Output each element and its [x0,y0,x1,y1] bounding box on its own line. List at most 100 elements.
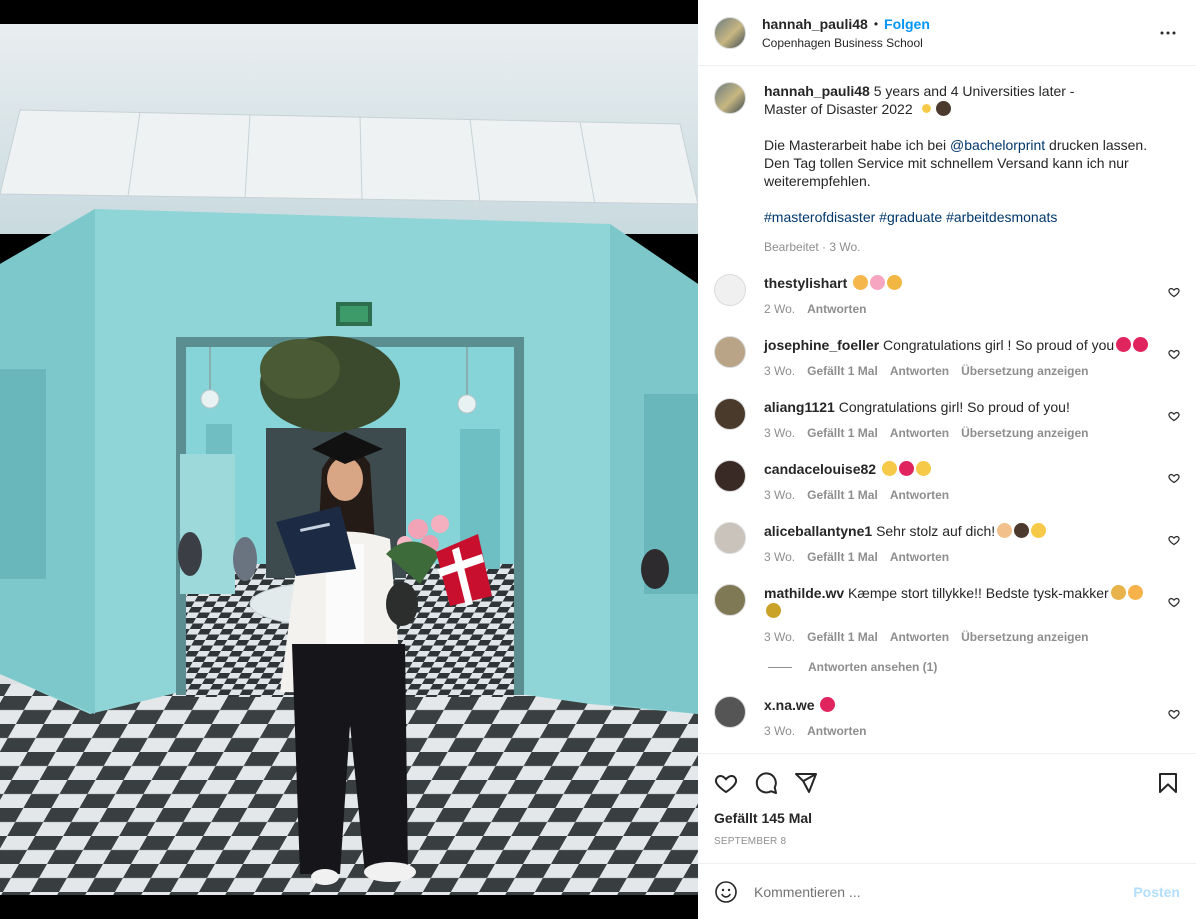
commenter-username[interactable]: aliang1121 [764,399,835,415]
comment-body: mathilde.wv Kæmpe stort tillykke!! Bedst… [764,584,1180,646]
comment-item: josephine_foeller Congratulations girl !… [714,336,1180,380]
emoji-icon [887,275,903,290]
hashtags-link[interactable]: #masterofdisaster #graduate #arbeitdesmo… [764,209,1057,225]
comment-likes[interactable]: Gefällt 1 Mal [807,362,878,380]
translate-button[interactable]: Übersetzung anzeigen [961,424,1088,442]
comments-list[interactable]: hannah_pauli48 5 years and 4 Universitie… [698,66,1196,753]
commenter-username[interactable]: candacelouise82 [764,461,876,477]
bookmark-icon[interactable] [1156,771,1180,795]
comment-input[interactable] [754,883,1134,900]
mention-link[interactable]: @bachelorprint [950,137,1045,153]
reply-button[interactable]: Antworten [890,486,949,504]
commenter-username[interactable]: aliceballantyne1 [764,523,872,539]
comment-item: aliang1121 Congratulations girl! So prou… [714,398,1180,442]
comments-host: thestylishart 2 Wo. Antworten josephine_fo… [714,274,1180,740]
commenter-avatar[interactable] [714,696,746,728]
comment-meta: 3 Wo. Gefällt 1 Mal Antworten Übersetzung a… [764,424,1152,442]
author-username[interactable]: hannah_pauli48 [762,16,868,32]
smiley-icon[interactable] [714,880,738,904]
comment-like-heart-icon[interactable] [1168,410,1180,422]
caption-line2: Master of Disaster 2022 [764,101,913,117]
comment-body: josephine_foeller Congratulations girl !… [764,336,1180,380]
comment-body: aliceballantyne1 Sehr stolz auf dich! 3 W… [764,522,1180,566]
comment-time[interactable]: 3 Wo. [764,486,795,504]
comment-likes[interactable]: Gefällt 1 Mal [807,548,878,566]
reply-button[interactable]: Antworten [807,722,866,740]
post-header: hannah_pauli48 • Folgen Copenhagen Busin… [698,0,1196,66]
translate-button[interactable]: Übersetzung anzeigen [961,628,1088,646]
comment-time[interactable]: 3 Wo. [764,424,795,442]
comment-text: Kæmpe stort tillykke!! Bedste tysk-makke… [848,585,1109,601]
comment-time[interactable]: 2 Wo. [764,300,795,318]
emoji-icon [1110,585,1126,600]
comment-likes[interactable]: Gefällt 1 Mal [807,424,878,442]
comment-like-heart-icon[interactable] [1168,348,1180,360]
replies-divider [768,666,792,668]
reply-button[interactable]: Antworten [890,548,949,566]
view-replies-label: Antworten ansehen (1) [808,660,938,674]
comment-text: Congratulations girl ! So proud of you [883,337,1115,353]
post-comment-button[interactable]: Posten [1133,884,1180,900]
follow-button[interactable]: Folgen [884,16,930,32]
comment-time[interactable]: 3 Wo. [764,628,795,646]
emoji-icon [898,461,914,476]
comment-likes[interactable]: Gefällt 1 Mal [807,486,878,504]
emoji-icon [820,697,836,712]
comment-like-heart-icon[interactable] [1168,708,1180,720]
emoji-icon [915,461,931,476]
commenter-avatar[interactable] [714,522,746,554]
comment-text: Sehr stolz auf dich! [876,523,996,539]
comment-icon[interactable] [754,771,778,795]
share-icon[interactable] [794,771,818,795]
commenter-avatar[interactable] [714,460,746,492]
likes-count[interactable]: Gefällt 145 Mal [714,810,1180,826]
emoji-icon [870,275,886,290]
reply-button[interactable]: Antworten [890,424,949,442]
post-media[interactable] [0,0,698,919]
author-meta: hannah_pauli48 • Folgen Copenhagen Busin… [762,16,1156,50]
comment-like-heart-icon[interactable] [1168,286,1180,298]
author-avatar[interactable] [714,82,746,114]
edited-label: Bearbeitet · 3 Wo. [764,240,861,254]
emoji-icon [881,461,897,476]
translate-button[interactable]: Übersetzung anzeigen [961,362,1088,380]
emoji-icon [766,603,781,618]
comment-time[interactable]: 3 Wo. [764,362,795,380]
commenter-username[interactable]: x.na.we [764,697,815,713]
emoji-icon [1133,337,1149,352]
comment-meta: 2 Wo. Antworten [764,300,1152,318]
comment-meta: 3 Wo. Antworten [764,722,1152,740]
post-photo[interactable] [0,24,698,895]
emoji-icon [1031,523,1047,538]
reply-button[interactable]: Antworten [890,628,949,646]
post-actions: Gefällt 145 Mal SEPTEMBER 8 [698,753,1196,847]
comment-likes[interactable]: Gefällt 1 Mal [807,628,878,646]
comment-item: candacelouise82 3 Wo. Gefällt 1 Mal Antwor… [714,460,1180,504]
caption: hannah_pauli48 5 years and 4 Universitie… [714,82,1180,256]
commenter-avatar[interactable] [714,398,746,430]
more-options-icon[interactable] [1156,21,1180,45]
heart-icon[interactable] [714,771,738,795]
post-date[interactable]: SEPTEMBER 8 [714,836,1180,847]
reply-button[interactable]: Antworten [890,362,949,380]
commenter-username[interactable]: josephine_foeller [764,337,879,353]
comment-meta: 3 Wo. Gefällt 1 Mal Antworten Übersetzung a… [764,628,1152,646]
reply-button[interactable]: Antworten [807,300,866,318]
commenter-username[interactable]: mathilde.wv [764,585,844,601]
comment-body: x.na.we 3 Wo. Antworten [764,696,1180,740]
author-avatar[interactable] [714,16,746,49]
view-replies-button[interactable]: Antworten ansehen (1) [768,660,1180,674]
commenter-avatar[interactable] [714,274,746,306]
post-location[interactable]: Copenhagen Business School [762,36,1156,50]
commenter-avatar[interactable] [714,584,746,616]
separator-dot: • [873,16,879,31]
comment-like-heart-icon[interactable] [1168,472,1180,484]
comment-time[interactable]: 3 Wo. [764,548,795,566]
comment-body: thestylishart 2 Wo. Antworten [764,274,1180,318]
comment-like-heart-icon[interactable] [1168,596,1180,608]
commenter-username[interactable]: thestylishart [764,275,847,291]
comment-time[interactable]: 3 Wo. [764,722,795,740]
caption-username[interactable]: hannah_pauli48 [764,83,870,99]
commenter-avatar[interactable] [714,336,746,368]
comment-like-heart-icon[interactable] [1168,534,1180,546]
